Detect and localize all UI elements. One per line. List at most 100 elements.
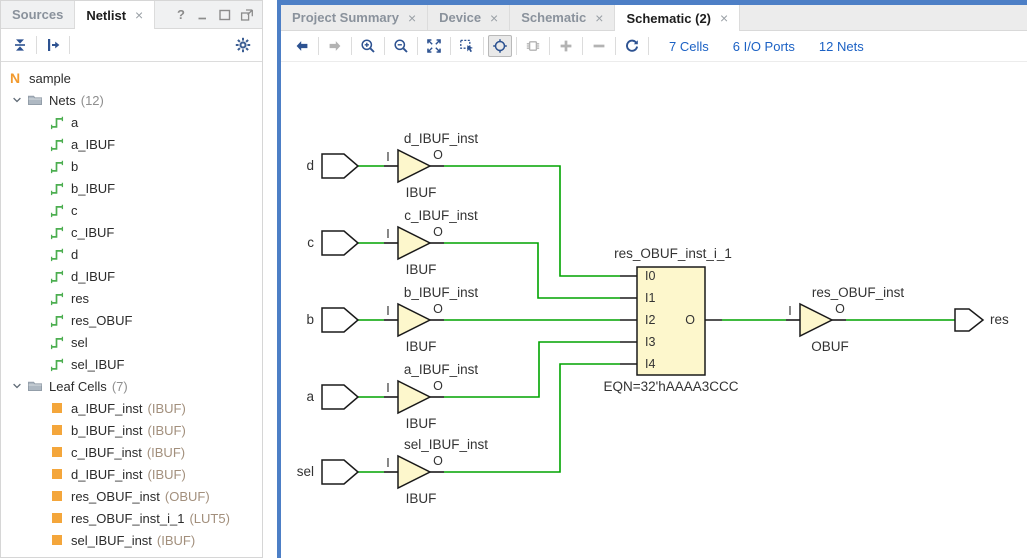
svg-text:res: res bbox=[990, 312, 1009, 327]
cell-icon bbox=[49, 400, 65, 416]
tree-item-d-ibuf[interactable]: d_IBUF bbox=[1, 265, 262, 287]
help-icon[interactable]: ? bbox=[173, 7, 189, 23]
tree-item-type: (IBUF) bbox=[148, 423, 186, 438]
minimize-icon[interactable] bbox=[195, 7, 211, 23]
tree-item-label: sel bbox=[71, 335, 88, 350]
toolbar-separator bbox=[417, 37, 418, 55]
svg-text:I: I bbox=[788, 304, 791, 318]
tab-device[interactable]: Device × bbox=[428, 5, 510, 30]
input-port-b[interactable]: b bbox=[306, 308, 358, 332]
net-wire-sel_IBUF[interactable] bbox=[444, 364, 620, 472]
schematic-canvas[interactable]: IOd_IBUF_instIBUFIOc_IBUF_instIBUFIOb_IB… bbox=[281, 62, 1027, 558]
add-to-schematic-icon[interactable] bbox=[554, 35, 578, 57]
tree-item-sel-ibuf[interactable]: sel_IBUF bbox=[1, 353, 262, 375]
tree-item-res[interactable]: res bbox=[1, 287, 262, 309]
tab-netlist[interactable]: Netlist × bbox=[75, 1, 155, 29]
tree-item-label: sel_IBUF_inst bbox=[71, 533, 152, 548]
cell-icon bbox=[49, 422, 65, 438]
cell-icon bbox=[49, 466, 65, 482]
tree-item-d-ibuf-inst[interactable]: d_IBUF_inst(IBUF) bbox=[1, 463, 262, 485]
forward-icon[interactable] bbox=[323, 35, 347, 57]
tree-item-sample[interactable]: Nsample bbox=[1, 67, 262, 89]
close-icon[interactable]: × bbox=[408, 10, 416, 26]
maximize-icon[interactable] bbox=[217, 7, 233, 23]
net-icon bbox=[49, 180, 65, 196]
remove-from-schematic-icon[interactable] bbox=[587, 35, 611, 57]
toolbar-separator bbox=[483, 37, 484, 55]
tree-item-c[interactable]: c bbox=[1, 199, 262, 221]
svg-text:I4: I4 bbox=[645, 357, 655, 371]
tree-item-c-ibuf-inst[interactable]: c_IBUF_inst(IBUF) bbox=[1, 441, 262, 463]
tree-item-sel[interactable]: sel bbox=[1, 331, 262, 353]
input-port-sel[interactable]: sel bbox=[297, 460, 358, 484]
input-port-c[interactable]: c bbox=[307, 231, 358, 255]
tab-sources[interactable]: Sources bbox=[1, 1, 75, 28]
collapse-all-icon[interactable] bbox=[8, 33, 32, 57]
settings-gear-icon[interactable] bbox=[231, 33, 255, 57]
tree-item-b-ibuf[interactable]: b_IBUF bbox=[1, 177, 262, 199]
svg-text:a_IBUF_inst: a_IBUF_inst bbox=[404, 362, 479, 377]
svg-text:d_IBUF_inst: d_IBUF_inst bbox=[404, 131, 479, 146]
tree-item-label: res_OBUF_inst bbox=[71, 489, 160, 504]
svg-text:I: I bbox=[386, 150, 389, 164]
nets-count-link[interactable]: 12 Nets bbox=[819, 39, 864, 54]
tree-item-res-obuf-inst[interactable]: res_OBUF_inst(OBUF) bbox=[1, 485, 262, 507]
regenerate-layout-icon[interactable] bbox=[620, 35, 644, 57]
close-icon[interactable]: × bbox=[135, 7, 143, 23]
tree-item-nets[interactable]: Nets(12) bbox=[1, 89, 262, 111]
toolbar-separator bbox=[69, 36, 70, 54]
netlist-icon: N bbox=[7, 70, 23, 86]
tree-item-d[interactable]: d bbox=[1, 243, 262, 265]
zoom-out-icon[interactable] bbox=[389, 35, 413, 57]
autofit-selection-icon[interactable] bbox=[488, 35, 512, 57]
tree-item-a[interactable]: a bbox=[1, 111, 262, 133]
tree-item-a-ibuf[interactable]: a_IBUF bbox=[1, 133, 262, 155]
tree-item-label: res_OBUF_inst_i_1 bbox=[71, 511, 184, 526]
close-icon[interactable]: × bbox=[720, 10, 728, 26]
input-port-d[interactable]: d bbox=[306, 154, 358, 178]
tree-item-type: (LUT5) bbox=[189, 511, 229, 526]
input-port-a[interactable]: a bbox=[306, 385, 358, 409]
tree-item-leaf-cells[interactable]: Leaf Cells(7) bbox=[1, 375, 262, 397]
tree-item-res-obuf-inst-i-1[interactable]: res_OBUF_inst_i_1 (LUT5) bbox=[1, 507, 262, 529]
cells-count-link[interactable]: 7 Cells bbox=[669, 39, 709, 54]
cell-res_OBUF_inst_i_1[interactable]: I0I1I2I3I4Ores_OBUF_inst_i_1EQN=32'hAAAA… bbox=[603, 246, 738, 394]
close-icon[interactable]: × bbox=[595, 10, 603, 26]
tree-item-sel-ibuf-inst[interactable]: sel_IBUF_inst(IBUF) bbox=[1, 529, 262, 551]
tree-item-label: d bbox=[71, 247, 78, 262]
net-icon bbox=[49, 334, 65, 350]
float-icon[interactable] bbox=[239, 7, 255, 23]
net-icon bbox=[49, 312, 65, 328]
io-ports-count-link[interactable]: 6 I/O Ports bbox=[733, 39, 795, 54]
svg-text:c: c bbox=[307, 235, 314, 250]
tab-schematic[interactable]: Schematic × bbox=[510, 5, 615, 30]
tree-item-b[interactable]: b bbox=[1, 155, 262, 177]
expand-to-selection-icon[interactable] bbox=[41, 33, 65, 57]
zoom-in-icon[interactable] bbox=[356, 35, 380, 57]
tab-label: Project Summary bbox=[292, 10, 399, 25]
zoom-to-selection-icon[interactable] bbox=[455, 35, 479, 57]
tree-item-c-ibuf[interactable]: c_IBUF bbox=[1, 221, 262, 243]
close-icon[interactable]: × bbox=[490, 10, 498, 26]
vivado-window: Sources Netlist × ? bbox=[0, 0, 1027, 558]
toolbar-separator bbox=[516, 37, 517, 55]
cell-icon bbox=[49, 488, 65, 504]
expand-cone-icon[interactable] bbox=[521, 35, 545, 57]
svg-text:O: O bbox=[685, 313, 695, 327]
toolbar-separator bbox=[582, 37, 583, 55]
tree-item-res-obuf[interactable]: res_OBUF bbox=[1, 309, 262, 331]
output-port-res[interactable]: res bbox=[955, 309, 1009, 331]
editor-tabbar: Project Summary × Device × Schematic × S… bbox=[281, 5, 1027, 31]
tree-item-b-ibuf-inst[interactable]: b_IBUF_inst (IBUF) bbox=[1, 419, 262, 441]
back-icon[interactable] bbox=[290, 35, 314, 57]
tree-item-a-ibuf-inst[interactable]: a_IBUF_inst(IBUF) bbox=[1, 397, 262, 419]
tree-item-label: b_IBUF_inst bbox=[71, 423, 143, 438]
chevron-down-icon[interactable] bbox=[9, 92, 25, 108]
tab-label: Schematic (2) bbox=[626, 11, 711, 26]
chevron-down-icon[interactable] bbox=[9, 378, 25, 394]
panel-window-controls: ? bbox=[173, 1, 262, 28]
zoom-fit-icon[interactable] bbox=[422, 35, 446, 57]
tab-schematic-2[interactable]: Schematic (2) × bbox=[615, 5, 740, 31]
tab-project-summary[interactable]: Project Summary × bbox=[281, 5, 428, 30]
tree-item-label: c_IBUF bbox=[71, 225, 114, 240]
